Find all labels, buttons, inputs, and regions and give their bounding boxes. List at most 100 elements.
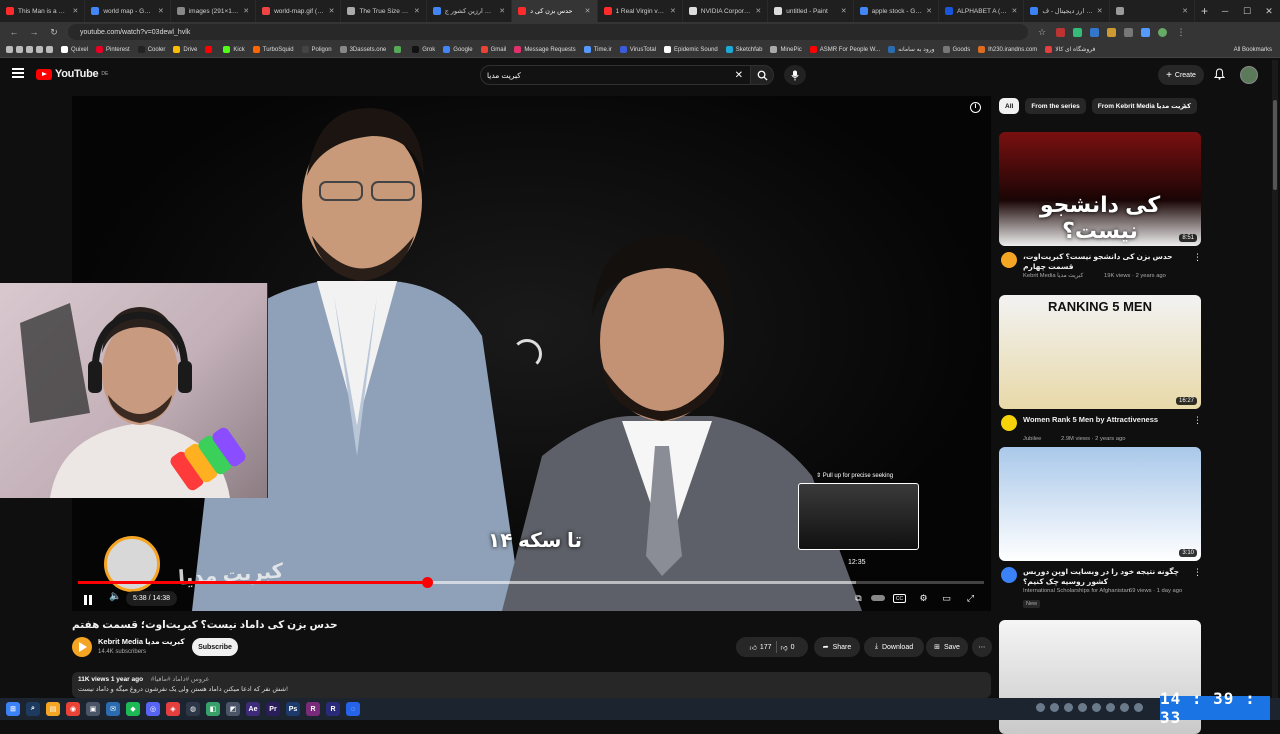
taskbar-app-icon[interactable]: ◉ (66, 702, 80, 716)
filter-chip[interactable]: From the series (1025, 98, 1086, 114)
taskbar-app-icon[interactable]: Ae (246, 702, 260, 716)
recommended-title[interactable]: حدس بزن کی دانشجو نیست؟ کبریت‌اوت، قسمت … (1023, 252, 1187, 272)
close-tab-icon[interactable]: ✕ (670, 7, 676, 15)
browser-tab[interactable]: images (291×173) ✕ (171, 0, 257, 22)
back-icon[interactable]: ← (8, 27, 20, 37)
bookmark-item[interactable]: lh230.irandns.com (978, 46, 1037, 53)
taskbar-app-icon[interactable]: Ps (286, 702, 300, 716)
profile-icon[interactable] (1158, 27, 1167, 37)
close-tab-icon[interactable]: ✕ (243, 7, 249, 15)
more-options-icon[interactable]: ⋮ (1193, 415, 1202, 426)
tray-icon[interactable] (1134, 703, 1143, 712)
filter-chip[interactable]: From Kebrit Media کبریت مدیا (1091, 98, 1197, 114)
tray-icon[interactable] (1106, 703, 1115, 712)
bookmark-item[interactable]: ورود به سامانه (888, 46, 935, 53)
taskbar-app-icon[interactable]: ◎ (146, 702, 160, 716)
download-button[interactable]: ⤓ Download (864, 637, 924, 657)
search-input[interactable]: کبریت مدیا ✕ (480, 65, 752, 85)
bookmark-item[interactable]: TurboSquid (252, 46, 294, 53)
extension-icon[interactable] (1073, 27, 1082, 37)
clear-search-icon[interactable]: ✕ (735, 70, 743, 81)
url-field[interactable]: youtube.com/watch?v=03dewl_hvlk (68, 24, 1028, 40)
browser-tab[interactable]: world map - Googl ✕ (85, 0, 171, 22)
bookmark-item[interactable]: MinePic (770, 46, 802, 53)
recommended-channel[interactable]: Jubilee (1023, 436, 1041, 442)
youtube-logo[interactable]: YouTube DE (36, 68, 108, 80)
bookmark-item[interactable] (394, 46, 404, 53)
share-button[interactable]: ➦ Share (814, 637, 860, 657)
reload-icon[interactable]: ↻ (48, 27, 60, 38)
browser-tab[interactable]: The True Size Of... ✕ (341, 0, 427, 22)
bookmark-item[interactable]: Poligon (301, 46, 332, 53)
like-button[interactable]: 👍︎ 177 (749, 643, 771, 652)
bookmark-item[interactable]: ASMR For People W... (809, 46, 880, 53)
bookmark-item[interactable]: Goods (942, 46, 970, 53)
miniplayer-icon[interactable]: ⧉ (852, 592, 865, 604)
browser-tab[interactable]: ALPHABET A (EX G ✕ (939, 0, 1025, 22)
save-button[interactable]: ⊞ Save (926, 637, 968, 657)
theater-mode-icon[interactable]: ▭ (940, 592, 953, 604)
close-tab-icon[interactable]: ✕ (926, 7, 932, 15)
close-tab-icon[interactable]: ✕ (1182, 7, 1188, 15)
more-options-icon[interactable]: ⋮ (1193, 252, 1202, 263)
channel-avatar[interactable] (72, 637, 92, 657)
minimize-icon[interactable]: ─ (1214, 0, 1236, 22)
close-tab-icon[interactable]: ✕ (1011, 7, 1017, 15)
taskbar-app-icon[interactable]: ⊞ (6, 702, 20, 716)
bookmark-item[interactable] (205, 46, 215, 53)
bookmark-item[interactable]: Google (443, 46, 473, 53)
filter-chip[interactable]: All (999, 98, 1020, 114)
browser-tab[interactable]: untitled - Paint ✕ (768, 0, 854, 22)
close-tab-icon[interactable]: ✕ (329, 7, 335, 15)
search-button[interactable] (750, 65, 774, 85)
taskbar-app-icon[interactable]: R (326, 702, 340, 716)
extension-icon[interactable] (1124, 27, 1133, 37)
bookmark-item[interactable]: VirusTotal (619, 46, 656, 53)
bookmark-item[interactable]: Sketchfab (725, 46, 762, 53)
bookmark-item[interactable]: Cooler (137, 46, 165, 53)
taskbar-app-icon[interactable]: ◆ (126, 702, 140, 716)
apps-icon[interactable] (6, 46, 53, 53)
channel-avatar[interactable] (1001, 415, 1017, 431)
close-tab-icon[interactable]: ✕ (499, 7, 505, 15)
new-tab-button[interactable]: + (1195, 0, 1214, 22)
browser-tab[interactable]: خرید ارز دیجیتال - ف ✕ (1024, 0, 1110, 22)
recommended-channel[interactable]: International Scholarships for Afghanist… (1023, 588, 1130, 594)
subscribe-button[interactable]: Subscribe (192, 638, 238, 656)
browser-tab[interactable]: 1 Real Virgin vs 5 F ✕ (598, 0, 683, 22)
taskbar-app-icon[interactable]: ◌ (346, 702, 360, 716)
bookmark-item[interactable]: Epidemic Sound (664, 46, 718, 53)
bookmark-item[interactable]: Grok (412, 46, 435, 53)
more-actions-button[interactable]: ⋯ (972, 637, 992, 657)
tray-icon[interactable] (1050, 703, 1059, 712)
tray-icon[interactable] (1078, 703, 1087, 712)
taskbar-app-icon[interactable]: ◩ (226, 702, 240, 716)
close-tab-icon[interactable]: ✕ (414, 7, 420, 15)
all-bookmarks-button[interactable]: All Bookmarks (1234, 47, 1272, 53)
video-thumbnail[interactable]: 3:10 (999, 447, 1201, 561)
dislike-button[interactable]: 👎︎ 0 (781, 643, 795, 652)
tray-icon[interactable] (1036, 703, 1045, 712)
taskbar-app-icon[interactable]: ▣ (86, 702, 100, 716)
settings-icon[interactable]: ⚙ (917, 592, 930, 604)
taskbar-app-icon[interactable]: ◈ (166, 702, 180, 716)
volume-icon[interactable]: 🔈 (109, 591, 121, 602)
scrollbar-thumb[interactable] (1273, 100, 1277, 190)
close-tab-icon[interactable]: ✕ (158, 7, 164, 15)
voice-search-button[interactable] (784, 65, 806, 85)
recommended-title[interactable]: چگونه نتیجه خود را در وبسایت اوپن دوربس … (1023, 567, 1187, 587)
taskbar-app-icon[interactable]: R (306, 702, 320, 716)
pause-button[interactable] (84, 592, 96, 605)
bookmark-item[interactable]: Drive (173, 46, 197, 53)
taskbar-app-icon[interactable]: ◍ (186, 702, 200, 716)
fullscreen-icon[interactable]: ⤢ (964, 592, 977, 604)
extension-icon[interactable] (1056, 27, 1065, 37)
close-tab-icon[interactable]: ✕ (755, 7, 761, 15)
close-tab-icon[interactable]: ✕ (1097, 7, 1103, 15)
account-avatar[interactable] (1240, 66, 1258, 84)
bookmark-item[interactable]: Message Requests (514, 46, 576, 53)
notifications-icon[interactable] (1213, 68, 1226, 83)
taskbar-app-icon[interactable]: ✉ (106, 702, 120, 716)
close-window-icon[interactable]: ✕ (1258, 0, 1280, 22)
browser-tab[interactable]: حدس بزن کی د ✕ (512, 0, 598, 22)
